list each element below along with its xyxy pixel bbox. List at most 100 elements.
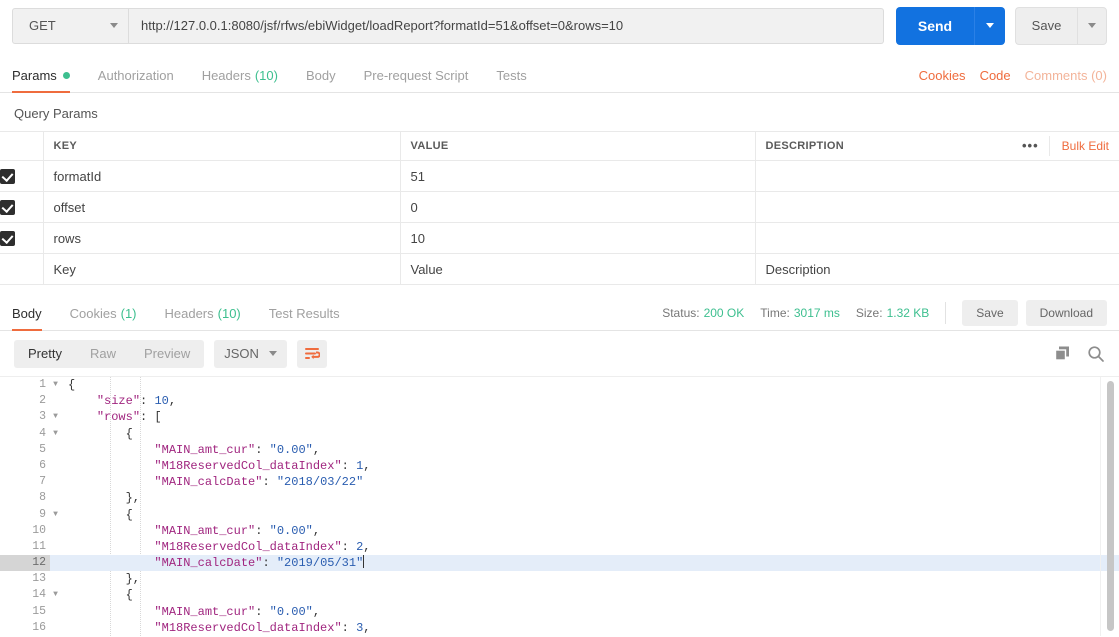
time-value: 3017 ms <box>793 305 840 320</box>
tab-label: Cookies <box>69 306 117 321</box>
param-value-cell[interactable]: 51 <box>399 160 756 192</box>
tab-authorization[interactable]: Authorization <box>98 68 174 92</box>
code-line[interactable]: 8 }, <box>0 490 1119 506</box>
response-toolbar: Pretty Raw Preview JSON <box>0 331 1119 376</box>
view-raw-button[interactable]: Raw <box>76 340 130 368</box>
tab-label: Pre-request Script <box>363 68 469 83</box>
code-line[interactable]: 13 }, <box>0 571 1119 587</box>
code-line[interactable]: 3 ▼ "rows": [ <box>0 409 1119 425</box>
param-enabled-checkbox[interactable] <box>0 200 15 216</box>
code-line[interactable]: 5 "MAIN_amt_cur": "0.00", <box>0 442 1119 458</box>
view-preview-button[interactable]: Preview <box>130 340 204 368</box>
code-scrollbar-thumb[interactable] <box>1107 381 1114 631</box>
code-line[interactable]: 15 "MAIN_amt_cur": "0.00", <box>0 604 1119 620</box>
code-line-text: { <box>125 426 133 441</box>
new-param-description-input[interactable]: Description <box>754 253 1119 285</box>
header-description-label: DESCRIPTION <box>765 140 844 152</box>
tab-headers[interactable]: Headers (10) <box>202 68 278 92</box>
code-line[interactable]: 16 "M18ReservedCol_dataIndex": 3, <box>0 620 1119 636</box>
fold-toggle-icon[interactable]: ▼ <box>50 377 61 393</box>
params-more-options-icon[interactable]: ••• <box>1012 136 1050 156</box>
fold-toggle-icon[interactable]: ▼ <box>50 409 61 425</box>
line-number: 11 <box>32 539 46 553</box>
http-method-select[interactable]: GET <box>12 7 129 44</box>
code-line[interactable]: 1 ▼ { <box>0 377 1119 393</box>
code-line[interactable]: 2 "size": 10, <box>0 393 1119 409</box>
response-meta: Status: 200 OK Time: 3017 ms Size: 1.32 … <box>662 299 1107 326</box>
fold-toggle-icon[interactable]: ▼ <box>50 507 61 523</box>
time-label: Time: <box>760 305 790 320</box>
param-value-cell[interactable]: 0 <box>399 191 756 223</box>
code-line[interactable]: 7 "MAIN_calcDate": "2018/03/22" <box>0 474 1119 490</box>
code-line[interactable]: 11 "M18ReservedCol_dataIndex": 2, <box>0 539 1119 555</box>
tab-count: (10) <box>254 68 278 83</box>
code-line[interactable]: 4 ▼ { <box>0 426 1119 442</box>
tab-params[interactable]: Params <box>12 68 70 93</box>
copy-to-clipboard-button[interactable] <box>1054 345 1071 362</box>
word-wrap-toggle[interactable] <box>297 339 328 368</box>
code-line[interactable]: 14 ▼ { <box>0 587 1119 603</box>
cookies-link[interactable]: Cookies <box>919 68 966 83</box>
code-scrollbar-track[interactable] <box>1100 377 1115 636</box>
fold-toggle-icon[interactable]: ▼ <box>50 587 61 603</box>
code-line-text: { <box>125 588 133 603</box>
param-key-cell[interactable]: rows <box>42 222 401 254</box>
param-description-cell[interactable] <box>754 222 1119 254</box>
code-lines: 1 ▼{2 "size": 10, 3 ▼ "rows": [4 ▼ {5 "MAIN_… <box>0 377 1119 636</box>
header-value: VALUE <box>399 131 756 161</box>
send-options-button[interactable] <box>974 6 1005 45</box>
url-input[interactable]: http://127.0.0.1:8080/jsf/rfws/ebiWidget… <box>129 7 884 44</box>
response-tab-cookies[interactable]: Cookies (1) <box>70 306 137 330</box>
code-link[interactable]: Code <box>980 68 1011 83</box>
param-key-cell[interactable]: offset <box>42 191 401 223</box>
chevron-down-icon <box>110 23 118 28</box>
code-line-text: "MAIN_amt_cur": "0.00", <box>154 604 321 619</box>
save-response-button[interactable]: Save <box>962 299 1018 326</box>
code-line-text: }, <box>125 491 141 506</box>
view-pretty-button[interactable]: Pretty <box>14 340 76 368</box>
search-icon <box>1088 345 1104 362</box>
new-param-value-input[interactable]: Value <box>399 253 756 285</box>
line-number: 8 <box>39 491 46 505</box>
request-utility-links: Cookies Code Comments (0) <box>905 68 1107 92</box>
download-response-button[interactable]: Download <box>1025 299 1107 326</box>
save-options-button[interactable] <box>1077 6 1107 45</box>
table-header-row: KEY VALUE DESCRIPTION ••• Bulk Edit <box>0 131 1119 161</box>
comments-link[interactable]: Comments (0) <box>1025 68 1107 83</box>
new-param-key-input[interactable]: Key <box>42 253 401 285</box>
tab-label: Tests <box>496 68 527 83</box>
save-request-button[interactable]: Save <box>1015 6 1077 45</box>
code-line[interactable]: 10 "MAIN_amt_cur": "0.00", <box>0 523 1119 539</box>
response-format-select[interactable]: JSON <box>214 339 288 368</box>
param-value-cell[interactable]: 10 <box>399 222 756 254</box>
code-line-text: "rows": [ <box>96 410 162 425</box>
code-line[interactable]: 6 "M18ReservedCol_dataIndex": 1, <box>0 458 1119 474</box>
response-tab-headers[interactable]: Headers (10) <box>165 306 241 330</box>
http-method-label: GET <box>29 18 56 33</box>
chevron-down-icon <box>1088 23 1096 28</box>
table-row: offset 0 <box>0 191 1119 223</box>
param-enabled-checkbox[interactable] <box>0 169 15 185</box>
tab-tests[interactable]: Tests <box>496 68 526 92</box>
code-line[interactable]: 12 "MAIN_calcDate": "2019/05/31" <box>0 555 1119 572</box>
param-enabled-checkbox[interactable] <box>0 231 15 247</box>
fold-toggle-icon[interactable]: ▼ <box>50 426 61 442</box>
search-response-button[interactable] <box>1087 345 1105 363</box>
param-description-cell[interactable] <box>754 160 1119 192</box>
tab-pre-request-script[interactable]: Pre-request Script <box>364 68 469 92</box>
tab-body[interactable]: Body <box>306 68 336 92</box>
response-tab-body[interactable]: Body <box>12 306 42 331</box>
send-button[interactable]: Send <box>896 6 974 45</box>
param-key-cell[interactable]: formatId <box>42 160 401 192</box>
response-tab-test-results[interactable]: Test Results <box>269 306 340 330</box>
bulk-edit-link[interactable]: Bulk Edit <box>1050 139 1109 153</box>
response-body-code-viewer[interactable]: 1 ▼{2 "size": 10, 3 ▼ "rows": [4 ▼ {5 "MAIN_… <box>0 376 1119 636</box>
line-number: 14 <box>32 588 46 602</box>
code-line[interactable]: 9 ▼ { <box>0 507 1119 523</box>
param-description-cell[interactable] <box>754 191 1119 223</box>
